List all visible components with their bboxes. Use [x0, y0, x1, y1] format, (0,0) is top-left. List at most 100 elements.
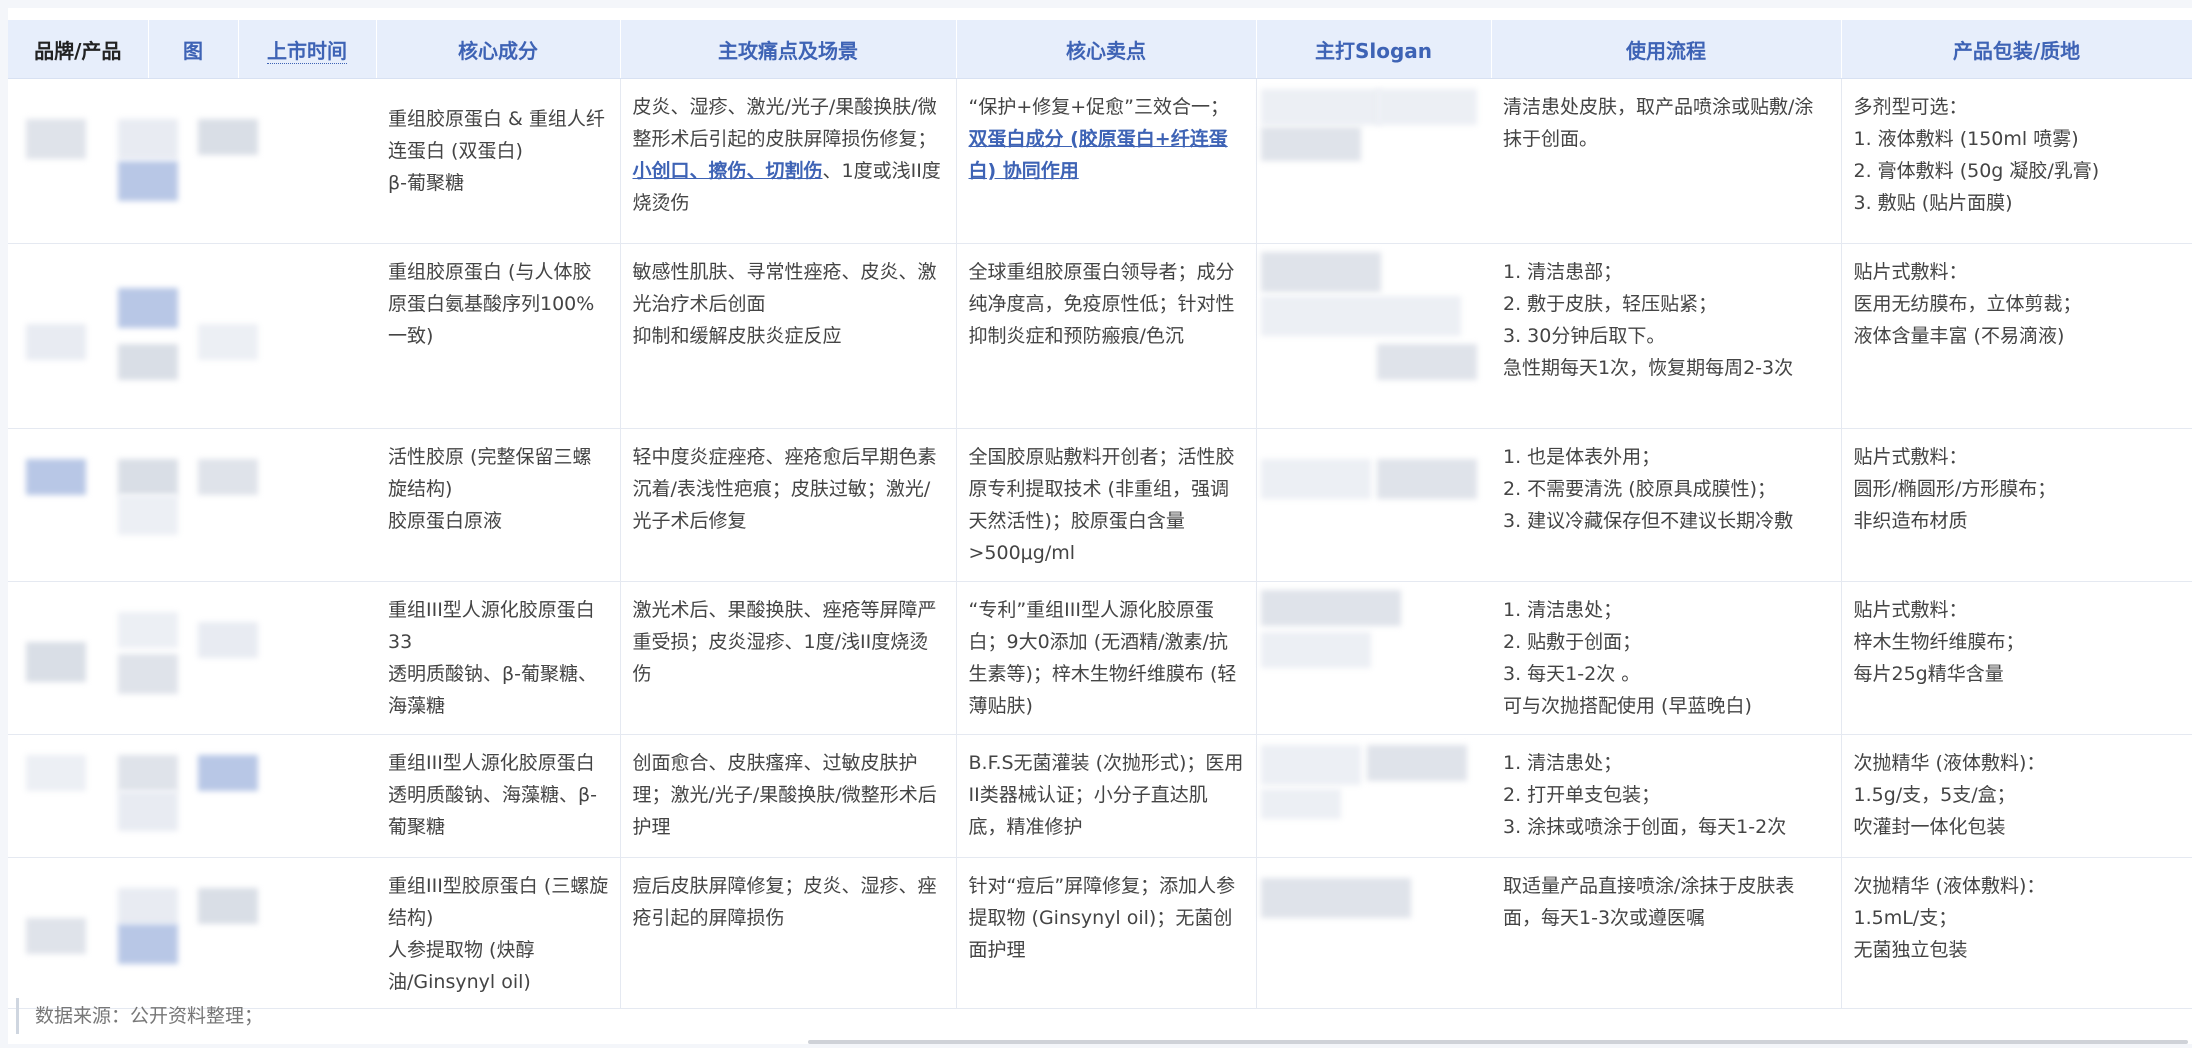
scenarios-text: 创面愈合、皮肤瘙痒、过敏皮肤护理；激光/光子/果酸换肤/微整形术后护理	[632, 752, 937, 838]
redacted-block	[118, 888, 178, 924]
redacted-block	[1376, 344, 1477, 380]
header-brand[interactable]: 品牌/产品	[8, 20, 149, 79]
header-ingredients[interactable]: 核心成分	[376, 20, 621, 79]
ingredients-line: 重组III型人源化胶原蛋白 33	[388, 599, 595, 653]
redacted-block	[1260, 296, 1461, 336]
scenarios-highlight-link[interactable]: 小创口、擦伤、切割伤	[633, 160, 823, 182]
packaging-line: 贴片式敷料：	[1853, 446, 1968, 468]
cell-ingredients: 重组III型人源化胶原蛋白 33 透明质酸钠、β-葡聚糖、海藻糖	[376, 581, 621, 735]
redacted-block	[1260, 878, 1411, 918]
usage-line: 2. 贴敷于创面；	[1503, 631, 1642, 653]
header-selling-points[interactable]: 核心卖点	[956, 20, 1257, 79]
horizontal-scrollbar[interactable]	[808, 1040, 2188, 1044]
cell-packaging: 贴片式敷料： 梓木生物纤维膜布； 每片25g精华含量	[1841, 581, 2192, 735]
redacted-block	[118, 755, 178, 791]
redacted-slogan	[1256, 78, 1491, 244]
header-usage[interactable]: 使用流程	[1491, 20, 1842, 79]
cell-ingredients: 重组胶原蛋白 (与人体胶原蛋白氨基酸序列100%一致)	[376, 243, 621, 429]
redacted-brand-image-date	[8, 857, 376, 1009]
ingredients-line: 活性胶原 (完整保留三螺旋结构)	[388, 446, 592, 500]
cell-usage: 1. 清洁患处； 2. 贴敷于创面； 3. 每天1-2次 。可与次抛搭配使用 (早蓝…	[1491, 581, 1842, 735]
packaging-line: 1. 液体敷料 (150ml 喷雾)	[1853, 128, 2079, 150]
cell-scenarios: 敏感性肌肤、寻常性痤疮、皮炎、激光治疗术后创面抑制和缓解皮肤炎症反应	[620, 243, 957, 429]
redacted-block	[1260, 590, 1401, 626]
usage-line: 1. 也是体表外用；	[1503, 446, 1661, 468]
redacted-block	[26, 918, 86, 954]
usage-line: 1. 清洁患处；	[1503, 599, 1623, 621]
selling-text: 针对“痘后”屏障修复；添加人参提取物 (Ginsynyl oil)；无菌创面护理	[968, 875, 1236, 961]
redacted-block	[198, 888, 258, 924]
redacted-block	[1260, 252, 1381, 292]
selling-text: “保护+修复+促愈”三效合一；	[968, 96, 1230, 118]
usage-line: 3. 建议冷藏保存但不建议长期冷敷	[1503, 510, 1794, 532]
packaging-line: 多剂型可选：	[1853, 96, 1968, 118]
packaging-line: 医用无纺膜布，立体剪裁；	[1853, 293, 2082, 315]
packaging-line: 1.5mL/支；	[1853, 907, 1958, 929]
redacted-block	[26, 324, 86, 360]
selling-highlight-link[interactable]: 双蛋白成分 (胶原蛋白+纤连蛋白) 协同作用	[969, 128, 1228, 182]
header-launch-date[interactable]: 上市时间	[238, 20, 377, 79]
redacted-block	[118, 791, 178, 831]
cell-selling-points: “保护+修复+促愈”三效合一； 双蛋白成分 (胶原蛋白+纤连蛋白) 协同作用	[956, 78, 1257, 244]
scenarios-text: 轻中度炎症痤疮、痤疮愈后早期色素沉着/表浅性疤痕；皮肤过敏；激光/光子术后修复	[632, 446, 937, 532]
packaging-line: 次抛精华 (液体敷料)：	[1853, 752, 2046, 774]
cell-scenarios: 轻中度炎症痤疮、痤疮愈后早期色素沉着/表浅性疤痕；皮肤过敏；激光/光子术后修复	[620, 428, 957, 582]
header-scenarios[interactable]: 主攻痛点及场景	[620, 20, 957, 79]
redacted-brand-image-date	[8, 78, 376, 244]
redacted-slogan	[1256, 243, 1491, 429]
cell-selling-points: 全球重组胶原蛋白领导者；成分纯净度高，免疫原性低；针对性抑制炎症和预防瘢痕/色沉	[956, 243, 1257, 429]
ingredients-line: 重组胶原蛋白 & 重组人纤连蛋白 (双蛋白)	[388, 108, 605, 162]
redacted-block	[1260, 632, 1371, 668]
redacted-brand-image-date	[8, 243, 376, 429]
scenarios-text: 皮炎、湿疹、激光/光子/果酸换肤/微整形术后引起的皮肤屏障损伤修复；	[632, 96, 937, 150]
packaging-line: 圆形/椭圆形/方形膜布；	[1853, 478, 2057, 500]
cell-usage: 清洁患处皮肤，取产品喷涂或贴敷/涂抹于创面。	[1491, 78, 1842, 244]
packaging-line: 3. 敷贴 (贴片面膜)	[1853, 192, 2013, 214]
cell-packaging: 次抛精华 (液体敷料)： 1.5g/支，5支/盒； 吹灌封一体化包装	[1841, 734, 2192, 858]
cell-usage: 1. 清洁患处； 2. 打开单支包装； 3. 涂抹或喷涂于创面，每天1-2次	[1491, 734, 1842, 858]
cell-selling-points: 针对“痘后”屏障修复；添加人参提取物 (Ginsynyl oil)；无菌创面护理	[956, 857, 1257, 1009]
redacted-block	[118, 495, 178, 535]
redacted-block	[118, 161, 178, 201]
table-row: 重组胶原蛋白 & 重组人纤连蛋白 (双蛋白) β-葡聚糖 皮炎、湿疹、激光/光子/果…	[8, 78, 2192, 244]
cell-ingredients: 重组胶原蛋白 & 重组人纤连蛋白 (双蛋白) β-葡聚糖	[376, 78, 621, 244]
table-row: 重组III型人源化胶原蛋白 透明质酸钠、海藻糖、β-葡聚糖 创面愈合、皮肤瘙痒、过敏…	[8, 734, 2192, 858]
selling-text: “专利”重组III型人源化胶原蛋白；9大0添加 (无酒精/激素/抗生素等)；梓木…	[968, 599, 1237, 717]
cell-packaging: 贴片式敷料： 圆形/椭圆形/方形膜布； 非织造布材质	[1841, 428, 2192, 582]
redacted-block	[118, 654, 178, 694]
usage-line: 急性期每天1次，恢复期每周2-3次	[1503, 357, 1794, 379]
table-row: 活性胶原 (完整保留三螺旋结构) 胶原蛋白原液 轻中度炎症痤疮、痤疮愈后早期色素沉着…	[8, 428, 2192, 582]
ingredients-line: 胶原蛋白原液	[388, 510, 503, 532]
redacted-block	[198, 755, 258, 791]
redacted-brand-image-date	[8, 734, 376, 858]
table-row: 重组III型胶原蛋白 (三螺旋结构) 人参提取物 (炔醇油/Ginsynyl oi…	[8, 857, 2192, 1009]
redacted-block	[118, 344, 178, 380]
selling-text: 全国胶原贴敷料开创者；活性胶原专利提取技术 (非重组，强调天然活性)；胶原蛋白含…	[968, 446, 1235, 564]
redacted-block	[118, 459, 178, 495]
redacted-block	[26, 459, 86, 495]
cell-ingredients: 重组III型胶原蛋白 (三螺旋结构) 人参提取物 (炔醇油/Ginsynyl oi…	[376, 857, 621, 1009]
scenarios-extra-line: 抑制和缓解皮肤炎症反应	[632, 325, 842, 347]
usage-line: 取适量产品直接喷涂/涂抹于皮肤表面，每天1-3次或遵医嘱	[1503, 875, 1795, 929]
packaging-line: 每片25g精华含量	[1853, 663, 2004, 685]
packaging-line: 贴片式敷料：	[1853, 261, 1968, 283]
header-slogan[interactable]: 主打Slogan	[1256, 20, 1492, 79]
redacted-block	[198, 622, 258, 658]
scenarios-text: 敏感性肌肤、寻常性痤疮、皮炎、激光治疗术后创面	[632, 261, 937, 315]
scenarios-text: 痘后皮肤屏障修复；皮炎、湿疹、痤疮引起的屏障损伤	[632, 875, 937, 929]
table-header-row: 品牌/产品 图 上市时间 核心成分 主攻痛点及场景 核心卖点 主打Slogan …	[8, 20, 2192, 79]
header-image[interactable]: 图	[148, 20, 239, 79]
usage-line: 3. 涂抹或喷涂于创面，每天1-2次	[1503, 816, 1787, 838]
redacted-block	[1366, 745, 1467, 781]
usage-line: 3. 每天1-2次 。	[1503, 663, 1641, 685]
redacted-block	[1260, 745, 1361, 785]
usage-line: 清洁患处皮肤，取产品喷涂或贴敷/涂抹于创面。	[1503, 96, 1814, 150]
cell-usage: 1. 也是体表外用； 2. 不需要清洗 (胶原具成膜性)； 3. 建议冷藏保存但不建…	[1491, 428, 1842, 582]
redacted-block	[198, 459, 258, 495]
redacted-block	[1260, 89, 1381, 125]
ingredients-line: 透明质酸钠、β-葡聚糖、海藻糖	[388, 663, 597, 717]
table-row: 重组胶原蛋白 (与人体胶原蛋白氨基酸序列100%一致) 敏感性肌肤、寻常性痤疮、皮…	[8, 243, 2192, 429]
cell-scenarios: 皮炎、湿疹、激光/光子/果酸换肤/微整形术后引起的皮肤屏障损伤修复； 小创口、擦伤…	[620, 78, 957, 244]
ingredients-line: 重组III型人源化胶原蛋白	[388, 752, 595, 774]
header-packaging[interactable]: 产品包装/质地	[1841, 20, 2192, 79]
